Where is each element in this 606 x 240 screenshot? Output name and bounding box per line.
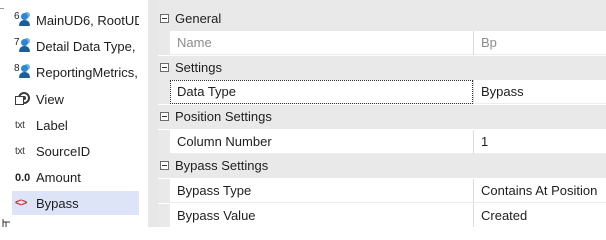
property-column-number-label: Column Number bbox=[177, 134, 272, 149]
collapse-icon[interactable] bbox=[160, 161, 169, 170]
collapse-icon[interactable] bbox=[160, 14, 169, 23]
category-general[interactable]: General bbox=[158, 7, 606, 31]
tree-item-label: View bbox=[36, 91, 64, 107]
property-bypass-type-value[interactable]: Contains At Position bbox=[476, 179, 606, 203]
text-field-icon: txt bbox=[15, 146, 25, 157]
property-bypass-value-value[interactable]: Created bbox=[476, 204, 606, 227]
category-bypass-settings[interactable]: Bypass Settings bbox=[158, 154, 606, 178]
tree-item-label: SourceID bbox=[36, 143, 91, 159]
property-row-name[interactable]: Name Bp bbox=[158, 31, 606, 55]
text-field-icon: txt bbox=[15, 120, 25, 131]
view-icon bbox=[12, 89, 34, 109]
tree-item-mainud6[interactable]: 6 MainUD6, RootUD bbox=[12, 8, 139, 32]
tree-panel: 6 MainUD6, RootUD 7 Detail Data Type, 8 … bbox=[0, 0, 148, 227]
collapse-icon[interactable] bbox=[160, 63, 169, 72]
numeric-field-icon: 0.0 bbox=[15, 172, 31, 184]
tree-item-view[interactable]: View bbox=[12, 87, 139, 111]
property-bypass-type-label: Bypass Type bbox=[177, 183, 252, 198]
property-data-type-label: Data Type bbox=[170, 80, 473, 104]
tree-item-bypass[interactable]: <> Bypass bbox=[12, 191, 139, 215]
property-bypass-value-label: Bypass Value bbox=[177, 208, 256, 223]
tree-item-reporting-metrics[interactable]: 8 ReportingMetrics, bbox=[12, 60, 139, 84]
tree-item-label: Label bbox=[36, 117, 68, 133]
collapse-icon[interactable] bbox=[160, 112, 169, 121]
property-row-bypass-type[interactable]: Bypass Type Contains At Position bbox=[158, 179, 606, 203]
tree-item-label: Detail Data Type, bbox=[36, 38, 136, 54]
category-label: Position Settings bbox=[175, 109, 272, 124]
property-name-value[interactable]: Bp bbox=[476, 31, 606, 55]
property-column-number-value[interactable]: 1 bbox=[476, 130, 606, 154]
tree-item-label-field[interactable]: txt Label bbox=[12, 113, 139, 137]
user-group-icon: 6 bbox=[12, 10, 34, 30]
property-data-type-value[interactable]: Bypass bbox=[476, 80, 606, 104]
tree-item-sourceid[interactable]: txt SourceID bbox=[12, 139, 139, 163]
property-grid: General Name Bp Settings Data Type Bypas… bbox=[158, 0, 606, 227]
user-group-icon: 7 bbox=[12, 36, 34, 56]
category-label: Bypass Settings bbox=[175, 158, 269, 173]
tree-item-detail-data-type[interactable]: 7 Detail Data Type, bbox=[12, 34, 139, 58]
panel-splitter[interactable] bbox=[148, 0, 158, 227]
property-row-bypass-value[interactable]: Bypass Value Created bbox=[158, 204, 606, 227]
property-row-column-number[interactable]: Column Number 1 bbox=[158, 130, 606, 154]
tree-item-label: ReportingMetrics, bbox=[36, 64, 138, 80]
cursor-icon bbox=[2, 219, 10, 227]
tree-item-label: Bypass bbox=[36, 195, 79, 211]
tree-item-amount[interactable]: 0.0 Amount bbox=[12, 165, 139, 189]
category-position-settings[interactable]: Position Settings bbox=[158, 105, 606, 129]
category-settings[interactable]: Settings bbox=[158, 56, 606, 80]
tree-item-label: Amount bbox=[36, 169, 81, 185]
bypass-icon: <> bbox=[15, 197, 27, 209]
property-name-label: Name bbox=[177, 35, 212, 50]
category-label: Settings bbox=[175, 60, 222, 75]
category-label: General bbox=[175, 11, 222, 26]
tree-item-label: MainUD6, RootUD bbox=[36, 12, 139, 28]
property-row-data-type[interactable]: Data Type Bypass bbox=[158, 80, 606, 104]
tree-connector bbox=[0, 8, 4, 9]
grid-header-strip bbox=[158, 0, 606, 7]
user-group-icon: 8 bbox=[12, 62, 34, 82]
